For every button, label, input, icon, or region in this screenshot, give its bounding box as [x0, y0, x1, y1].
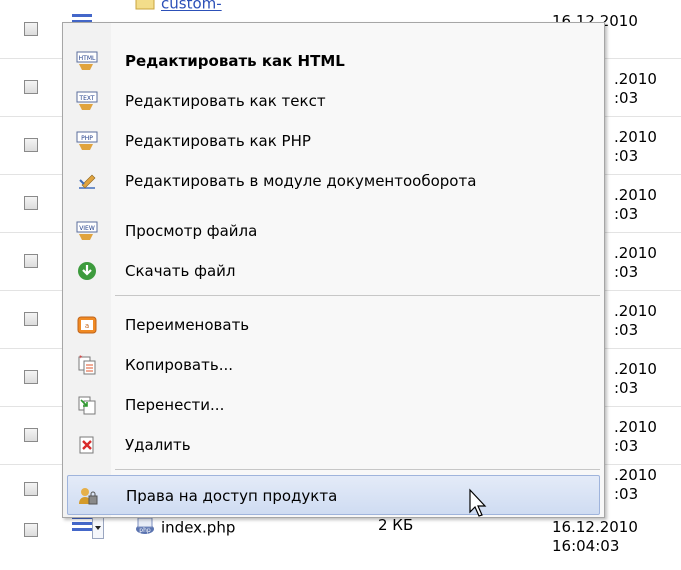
access-rights-icon — [77, 485, 99, 507]
context-menu: HTML Редактировать как HTML TEXT Редакти… — [62, 22, 605, 518]
menu-item-edit-workflow[interactable]: Редактировать в модуле документооборота — [67, 161, 600, 201]
modified-date: 16.12.2010 16:04:03 — [552, 518, 638, 555]
file-size: 2 КБ — [378, 516, 414, 534]
modified-date: .2010:03 — [614, 70, 657, 107]
modified-date: .2010:03 — [614, 466, 657, 503]
svg-text:HTML: HTML — [79, 55, 96, 62]
menu-item-edit-text[interactable]: TEXT Редактировать как текст — [67, 81, 600, 121]
menu-item-move[interactable]: Перенести... — [67, 385, 600, 425]
menu-item-delete[interactable]: Удалить — [67, 425, 600, 465]
copy-icon: * — [76, 354, 98, 376]
row-checkbox[interactable] — [24, 370, 38, 384]
modified-date: .2010:03 — [614, 244, 657, 281]
delete-icon — [76, 434, 98, 456]
list-icon — [72, 516, 92, 534]
menu-item-edit-php[interactable]: PHP Редактировать как PHP — [67, 121, 600, 161]
menu-item-copy[interactable]: * Копировать... — [67, 345, 600, 385]
mouse-cursor-icon — [469, 488, 487, 517]
svg-text:php: php — [139, 527, 151, 534]
modified-date: .2010:03 — [614, 302, 657, 339]
html-edit-icon: HTML — [76, 50, 98, 72]
menu-item-edit-html[interactable]: HTML Редактировать как HTML — [67, 41, 600, 81]
menu-item-download[interactable]: Скачать файл — [67, 251, 600, 291]
download-icon — [76, 260, 98, 282]
menu-item-view-file[interactable]: VIEW Просмотр файла — [67, 211, 600, 251]
folder-link[interactable]: custom- — [161, 0, 222, 13]
row-checkbox[interactable] — [24, 482, 38, 496]
move-icon — [76, 394, 98, 416]
file-name[interactable]: custom- — [135, 0, 222, 14]
row-checkbox[interactable] — [24, 428, 38, 442]
row-checkbox[interactable] — [24, 22, 38, 36]
row-checkbox[interactable] — [24, 523, 38, 537]
svg-text:a: a — [85, 322, 89, 330]
row-checkbox[interactable] — [24, 138, 38, 152]
menu-separator — [115, 469, 600, 470]
workflow-edit-icon — [76, 170, 98, 192]
menu-item-access-rights[interactable]: Права на доступ продукта — [67, 475, 600, 515]
svg-text:PHP: PHP — [81, 135, 93, 142]
modified-date: .2010:03 — [614, 360, 657, 397]
php-file-icon: php — [135, 516, 155, 540]
modified-date: .2010:03 — [614, 186, 657, 223]
modified-date: .2010:03 — [614, 128, 657, 165]
svg-text:VIEW: VIEW — [79, 225, 95, 232]
svg-text:TEXT: TEXT — [78, 95, 94, 102]
menu-item-rename[interactable]: a Переименовать — [67, 305, 600, 345]
chevron-down-icon[interactable] — [92, 517, 104, 539]
row-checkbox[interactable] — [24, 196, 38, 210]
modified-date: .2010:03 — [614, 418, 657, 455]
svg-text:*: * — [79, 354, 83, 362]
row-menu-button[interactable] — [72, 514, 104, 542]
row-checkbox[interactable] — [24, 312, 38, 326]
rename-icon: a — [76, 314, 98, 336]
row-checkbox[interactable] — [24, 254, 38, 268]
menu-separator — [115, 295, 600, 296]
file-name[interactable]: php index.php — [135, 516, 235, 540]
php-edit-icon: PHP — [76, 130, 98, 152]
view-file-icon: VIEW — [76, 220, 98, 242]
text-edit-icon: TEXT — [76, 90, 98, 112]
row-checkbox[interactable] — [24, 80, 38, 94]
folder-icon — [135, 0, 155, 14]
